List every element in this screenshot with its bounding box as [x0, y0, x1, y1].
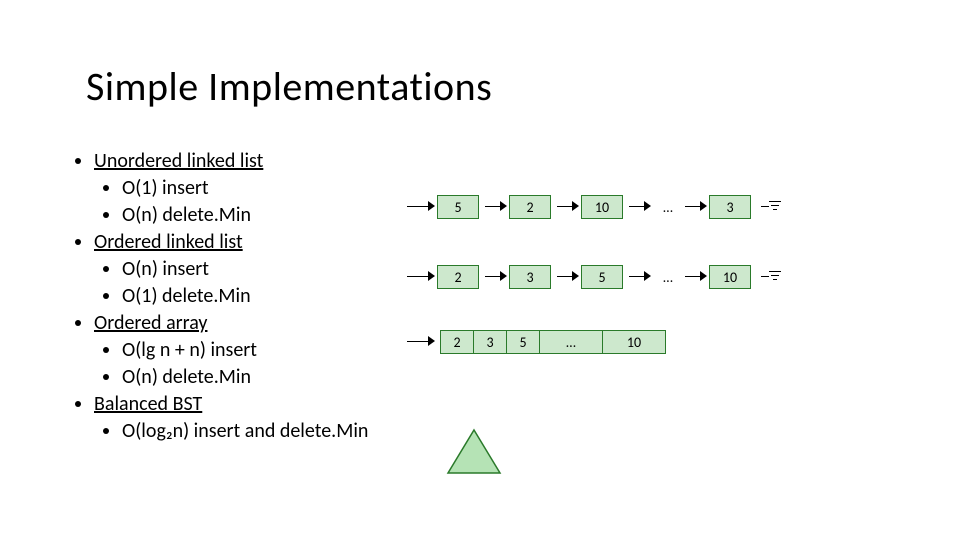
bullet-3-sub-2: O(n) delete.Min	[122, 364, 368, 391]
arrow-icon	[555, 196, 579, 218]
arrow-icon	[483, 266, 507, 288]
arrow-icon	[683, 196, 707, 218]
ellipsis: …	[655, 269, 681, 286]
arrow-icon	[683, 266, 707, 288]
bullet-2-sub-2: O(1) delete.Min	[122, 283, 368, 310]
bullet-4-sub-1: O(log₂n) insert and delete.Min	[122, 418, 368, 445]
bullet-4: Balanced BST	[94, 392, 202, 416]
bullet-2: Ordered linked list	[94, 230, 243, 254]
bullet-1-sub-2: O(n) delete.Min	[122, 202, 368, 229]
bullet-1: Unordered linked list	[94, 149, 263, 173]
list-node: 5	[581, 265, 623, 289]
arrow-icon	[405, 331, 435, 353]
null-terminator-icon	[761, 266, 781, 288]
null-terminator-icon	[761, 196, 781, 218]
bst-triangle-icon	[445, 428, 503, 476]
list-node: 10	[581, 195, 623, 219]
arrow-icon	[483, 196, 507, 218]
ordered-linked-list-diagram: 2 3 5 … 10	[405, 260, 781, 294]
list-node: 2	[437, 265, 479, 289]
arrow-icon	[627, 196, 651, 218]
ordered-array-diagram: 2 3 5 … 10	[405, 330, 781, 354]
unordered-linked-list-diagram: 5 2 10 … 3	[405, 190, 781, 224]
array-cell: 10	[602, 330, 666, 354]
list-node: 2	[509, 195, 551, 219]
list-node: 3	[709, 195, 751, 219]
ellipsis: …	[655, 199, 681, 216]
bullet-list: Unordered linked list O(1) insert O(n) d…	[72, 148, 368, 445]
arrow-icon	[405, 266, 435, 288]
bullet-2-sub-1: O(n) insert	[122, 256, 368, 283]
array-cell: …	[539, 330, 603, 354]
bullet-3: Ordered array	[94, 311, 207, 335]
list-node: 3	[509, 265, 551, 289]
array-cell: 3	[473, 330, 507, 354]
bullet-3-sub-1: O(lg n + n) insert	[122, 337, 368, 364]
list-node: 10	[709, 265, 751, 289]
arrow-icon	[627, 266, 651, 288]
slide-title: Simple Implementations	[86, 62, 492, 111]
arrow-icon	[555, 266, 579, 288]
list-node: 5	[437, 195, 479, 219]
bullet-1-sub-1: O(1) insert	[122, 175, 368, 202]
arrow-icon	[405, 196, 435, 218]
array-cell: 5	[506, 330, 540, 354]
array-cell: 2	[440, 330, 474, 354]
